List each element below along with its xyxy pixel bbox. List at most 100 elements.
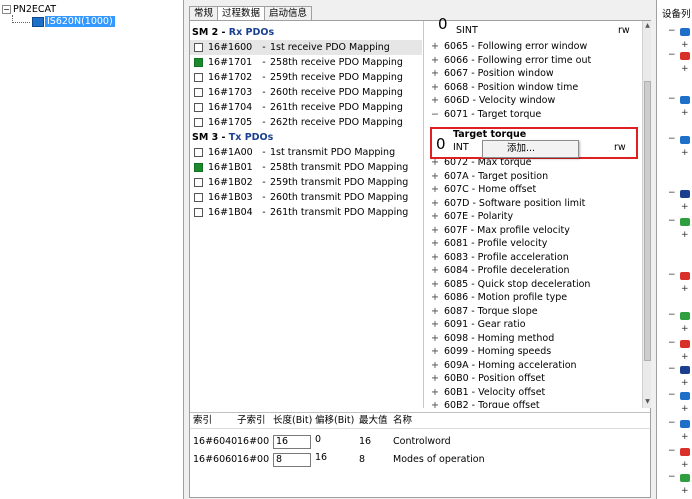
tree-root-node[interactable]: − PN2ECAT <box>2 4 56 15</box>
object-entry[interactable]: −6071 - Target torque <box>424 108 541 122</box>
collapse-icon[interactable]: − <box>668 418 676 428</box>
collapse-icon[interactable]: − <box>2 5 11 14</box>
pdo-checkbox[interactable] <box>194 88 203 97</box>
expand-icon[interactable]: + <box>428 54 442 68</box>
rx-pdo-item[interactable]: 16#1701-258th receive PDO Mapping <box>190 55 422 70</box>
object-entry[interactable]: +609A - Homing acceleration <box>424 359 577 373</box>
tx-pdo-item[interactable]: 16#1B02-259th transmit PDO Mapping <box>190 175 422 190</box>
length-input[interactable]: 8 <box>273 453 311 467</box>
object-entry[interactable]: +6068 - Position window time <box>424 81 578 95</box>
expand-icon[interactable]: + <box>428 81 442 95</box>
pdo-checkbox[interactable] <box>194 163 203 172</box>
pdo-checkbox[interactable] <box>194 73 203 82</box>
expand-icon[interactable]: + <box>681 284 689 294</box>
collapse-icon[interactable]: − <box>668 390 676 400</box>
expand-icon[interactable]: + <box>681 486 689 496</box>
object-entry[interactable]: +6065 - Following error window <box>424 40 587 54</box>
object-entry[interactable]: +607C - Home offset <box>424 183 536 197</box>
rx-pdo-item[interactable]: 16#1703-260th receive PDO Mapping <box>190 85 422 100</box>
tree-device-label[interactable]: IS620N(1000) <box>45 16 115 27</box>
scroll-thumb[interactable] <box>644 81 651 361</box>
pdo-checkbox[interactable] <box>194 58 203 67</box>
expand-icon[interactable]: + <box>428 197 442 211</box>
context-menu-add[interactable]: 添加... <box>482 140 579 158</box>
collapse-icon[interactable]: − <box>668 94 676 104</box>
pdo-checkbox[interactable] <box>194 43 203 52</box>
expand-icon[interactable]: + <box>428 170 442 184</box>
collapse-icon[interactable]: − <box>668 364 676 374</box>
expand-icon[interactable]: + <box>428 386 442 400</box>
pdo-checkbox[interactable] <box>194 178 203 187</box>
object-entry[interactable]: +60B1 - Velocity offset <box>424 386 545 400</box>
expand-icon[interactable]: + <box>681 324 689 334</box>
expand-icon[interactable]: + <box>681 108 689 118</box>
expand-icon[interactable]: + <box>428 399 442 408</box>
pdo-checkbox[interactable] <box>194 148 203 157</box>
expand-icon[interactable]: + <box>428 332 442 346</box>
object-entry[interactable]: +6085 - Quick stop deceleration <box>424 278 590 292</box>
tx-pdo-item[interactable]: 16#1B03-260th transmit PDO Mapping <box>190 190 422 205</box>
expand-icon[interactable]: + <box>681 378 689 388</box>
rx-pdo-item[interactable]: 16#1704-261th receive PDO Mapping <box>190 100 422 115</box>
expand-icon[interactable]: + <box>428 210 442 224</box>
collapse-icon[interactable]: − <box>668 134 676 144</box>
expand-icon[interactable]: + <box>681 460 689 470</box>
expand-icon[interactable]: + <box>428 278 442 292</box>
object-entry[interactable]: +6099 - Homing speeds <box>424 345 551 359</box>
expand-icon[interactable]: + <box>428 264 442 278</box>
expand-icon[interactable]: + <box>428 345 442 359</box>
object-entry[interactable]: +6098 - Homing method <box>424 332 554 346</box>
collapse-icon[interactable]: − <box>668 270 676 280</box>
object-entry[interactable]: +60B0 - Position offset <box>424 372 545 386</box>
object-entry[interactable]: +607E - Polarity <box>424 210 513 224</box>
collapse-icon[interactable]: − <box>668 310 676 320</box>
object-entry[interactable]: +6084 - Profile deceleration <box>424 264 570 278</box>
rx-pdo-item[interactable]: 16#1705-262th receive PDO Mapping <box>190 115 422 130</box>
rx-pdo-item[interactable]: 16#1600-1st receive PDO Mapping <box>190 40 422 55</box>
collapse-icon[interactable]: − <box>668 50 676 60</box>
scroll-down-icon[interactable]: ▼ <box>644 398 651 406</box>
expand-icon[interactable]: + <box>428 305 442 319</box>
pdo-checkbox[interactable] <box>194 208 203 217</box>
length-input[interactable]: 16 <box>273 435 311 449</box>
expand-icon[interactable]: + <box>428 291 442 305</box>
object-entry[interactable]: +6087 - Torque slope <box>424 305 538 319</box>
mapping-row[interactable]: 16#6060 16#00 8 16 8 Modes of operation <box>190 451 650 469</box>
pdo-checkbox[interactable] <box>194 193 203 202</box>
tx-pdo-item[interactable]: 16#1A00-1st transmit PDO Mapping <box>190 145 422 160</box>
expand-icon[interactable]: + <box>681 40 689 50</box>
tx-pdo-item[interactable]: 16#1B04-261th transmit PDO Mapping <box>190 205 422 220</box>
scroll-up-icon[interactable]: ▲ <box>644 22 651 30</box>
object-entry[interactable]: +6091 - Gear ratio <box>424 318 526 332</box>
collapse-icon[interactable]: − <box>668 188 676 198</box>
expand-icon[interactable]: + <box>428 224 442 238</box>
collapse-icon[interactable]: − <box>668 26 676 36</box>
expand-icon[interactable]: + <box>681 432 689 442</box>
object-entry[interactable]: +6081 - Profile velocity <box>424 237 547 251</box>
tree-device-node[interactable]: IS620N(1000) <box>12 14 115 27</box>
expand-icon[interactable]: + <box>428 372 442 386</box>
expand-icon[interactable]: + <box>428 94 442 108</box>
object-list-scrollbar[interactable]: ▲ ▼ <box>642 21 651 408</box>
pdo-checkbox[interactable] <box>194 103 203 112</box>
object-entry[interactable]: +6067 - Position window <box>424 67 554 81</box>
expand-icon[interactable]: + <box>681 230 689 240</box>
tree-root-label[interactable]: PN2ECAT <box>13 4 56 15</box>
pdo-checkbox[interactable] <box>194 118 203 127</box>
expand-icon[interactable]: + <box>428 40 442 54</box>
tx-pdo-item[interactable]: 16#1B01-258th transmit PDO Mapping <box>190 160 422 175</box>
expand-icon[interactable]: + <box>681 148 689 158</box>
expand-icon[interactable]: + <box>681 404 689 414</box>
object-entry[interactable]: +6083 - Profile acceleration <box>424 251 569 265</box>
collapse-icon[interactable]: − <box>668 338 676 348</box>
expand-icon[interactable]: + <box>428 318 442 332</box>
object-entry[interactable]: +607A - Target position <box>424 170 548 184</box>
tab-general[interactable]: 常规 <box>189 6 219 20</box>
object-entry[interactable]: +607D - Software position limit <box>424 197 585 211</box>
expand-icon[interactable]: + <box>681 202 689 212</box>
expand-icon[interactable]: + <box>428 183 442 197</box>
object-entry[interactable]: +6066 - Following error time out <box>424 54 591 68</box>
expand-icon[interactable]: + <box>428 67 442 81</box>
expand-icon[interactable]: + <box>681 352 689 362</box>
tab-startup-info[interactable]: 启动信息 <box>264 6 313 20</box>
